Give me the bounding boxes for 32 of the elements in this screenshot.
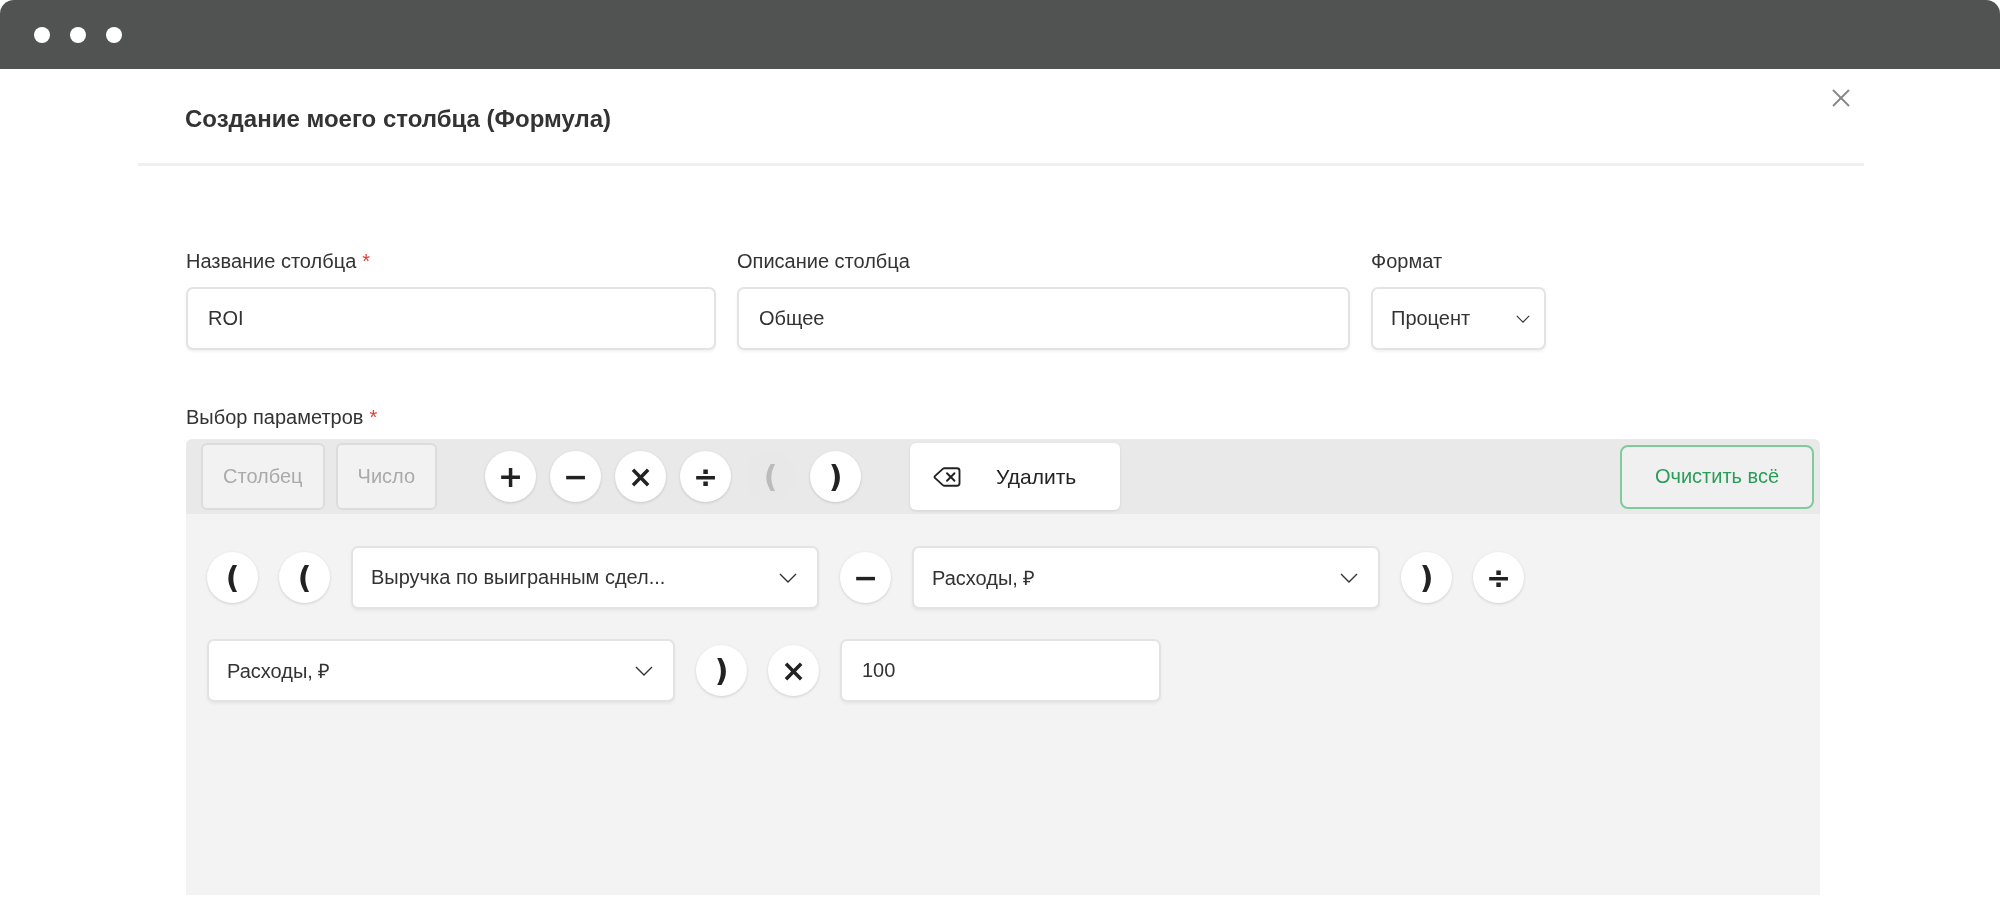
number-field[interactable]: 100	[840, 639, 1161, 702]
window-dot-icon	[106, 26, 122, 43]
chevron-icon	[779, 572, 797, 583]
window-dot-icon	[70, 26, 86, 43]
window-dot-icon	[34, 26, 50, 43]
formula-token[interactable]: (	[279, 552, 330, 603]
chevron-icon	[635, 665, 653, 676]
operator-button[interactable]: +	[485, 451, 537, 502]
format-select[interactable]: Процент	[1371, 287, 1546, 350]
column-select[interactable]: Расходы, ₽	[912, 546, 1380, 609]
dialog-title: Создание моего столбца (Формула)	[185, 105, 612, 133]
formula-token[interactable]: )	[696, 645, 747, 696]
field-label: Формат	[1371, 250, 1444, 273]
delete-button[interactable]: Удалить	[910, 443, 1121, 510]
formula-token[interactable]: )	[1401, 552, 1452, 603]
operator-button[interactable]: )	[810, 451, 862, 502]
chevron-icon	[1516, 314, 1530, 323]
formula-token[interactable]: ×	[768, 645, 819, 696]
field-label: Описание столбца	[737, 250, 911, 273]
formula-token[interactable]: −	[840, 552, 891, 603]
input-field[interactable]: Общее	[737, 287, 1350, 350]
operator-button[interactable]: −	[550, 451, 602, 502]
formula-token[interactable]: ÷	[1473, 552, 1524, 603]
operator-button[interactable]: ÷	[680, 451, 732, 502]
field-label: Выбор параметров *	[186, 406, 379, 429]
chevron-icon	[1340, 572, 1358, 583]
field-label: Название столбца *	[186, 250, 372, 273]
formula-token[interactable]: (	[207, 552, 258, 603]
column-select[interactable]: Выручка по выигранным сдел...	[351, 546, 819, 609]
column-select[interactable]: Расходы, ₽	[207, 639, 675, 702]
operator-button[interactable]: ×	[615, 451, 667, 502]
input-field[interactable]: ROI	[186, 287, 716, 350]
